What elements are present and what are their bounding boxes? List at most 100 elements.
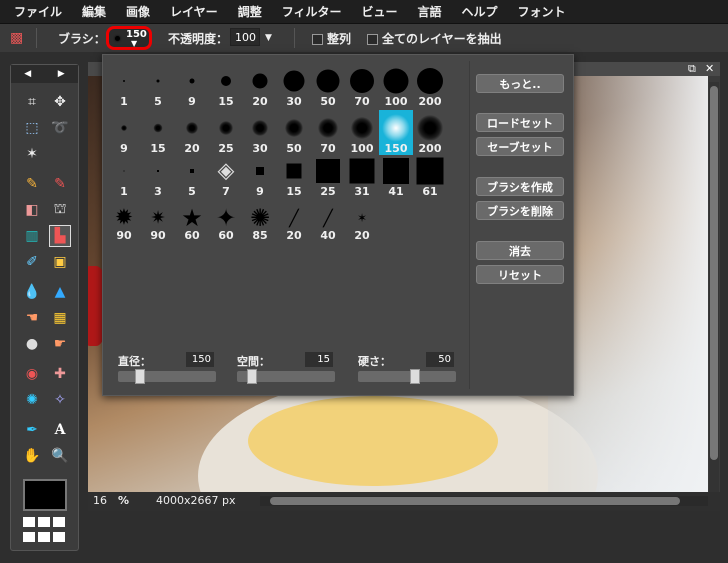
smudge-tool-icon[interactable]: ☚ bbox=[21, 307, 43, 329]
brush-preset[interactable]: 30 bbox=[277, 63, 311, 108]
arrow-right-icon[interactable]: ▶ bbox=[58, 69, 65, 79]
drawing-tool-icon[interactable]: ▣ bbox=[49, 251, 71, 273]
brush-preset[interactable]: 9 bbox=[175, 63, 209, 108]
color-swatch[interactable] bbox=[23, 479, 67, 511]
brush-preset[interactable]: 20 bbox=[243, 63, 277, 108]
brush-preset[interactable]: ✹ 90 bbox=[107, 200, 141, 245]
brush-preset[interactable]: ✷ 90 bbox=[141, 200, 175, 245]
menu-item[interactable]: ファイル bbox=[14, 3, 62, 20]
brush-preset[interactable]: 9 bbox=[107, 110, 141, 155]
brush-preset[interactable]: ◈ 7 bbox=[209, 153, 243, 199]
lasso-tool-icon[interactable]: ➰ bbox=[49, 117, 71, 139]
brush-preset[interactable]: 9 bbox=[243, 153, 277, 198]
brush-preset[interactable]: 5 bbox=[175, 153, 209, 198]
more-brushes-button[interactable]: もっと.. bbox=[476, 74, 564, 93]
align-checkbox[interactable]: 整列 bbox=[312, 30, 351, 47]
menu-item[interactable]: ビュー bbox=[361, 3, 397, 20]
sample-all-layers-checkbox[interactable]: 全てのレイヤーを抽出 bbox=[367, 30, 502, 47]
vertical-scrollbar[interactable] bbox=[709, 82, 719, 492]
clear-button[interactable]: 消去 bbox=[476, 241, 564, 260]
zoom-value[interactable]: 16 bbox=[93, 494, 107, 507]
pinch-tool-icon[interactable]: ✧ bbox=[49, 389, 71, 411]
blur-tool-icon[interactable]: 💧 bbox=[21, 281, 43, 303]
paint-bucket-tool-icon[interactable]: ⛫ bbox=[49, 199, 71, 221]
create-brush-button[interactable]: ブラシを作成 bbox=[476, 177, 564, 196]
sponge-tool-icon[interactable]: ▦ bbox=[49, 307, 71, 329]
move-tool-icon[interactable]: ✥ bbox=[49, 91, 71, 113]
brush-preset[interactable]: 5 bbox=[141, 63, 175, 108]
brush-preset[interactable]: 41 bbox=[379, 153, 413, 198]
hand-tool-icon[interactable]: ✋ bbox=[21, 445, 43, 467]
brush-preset[interactable]: 25 bbox=[311, 153, 345, 198]
brush-preset[interactable]: ✦ 60 bbox=[209, 200, 243, 245]
spacing-slider[interactable] bbox=[237, 369, 335, 384]
brush-preset[interactable]: 50 bbox=[311, 63, 345, 108]
brush-tool-icon[interactable]: ✎ bbox=[49, 173, 71, 195]
save-set-button[interactable]: セーブセット bbox=[476, 137, 564, 156]
load-set-button[interactable]: ロードセット bbox=[476, 113, 564, 132]
dodge-tool-icon[interactable]: ● bbox=[21, 333, 43, 355]
color-replace-tool-icon[interactable]: ✐ bbox=[21, 251, 43, 273]
brush-preset[interactable]: 50 bbox=[277, 110, 311, 155]
brush-preset[interactable]: 100 bbox=[379, 63, 413, 108]
magic-wand-tool-icon[interactable]: ✶ bbox=[21, 143, 43, 165]
scroll-thumb[interactable] bbox=[710, 86, 718, 460]
arrow-left-icon[interactable]: ◀ bbox=[24, 69, 31, 79]
diameter-value[interactable]: 150 bbox=[186, 352, 214, 367]
restore-window-icon[interactable]: ⧉ bbox=[688, 62, 696, 76]
brush-preset[interactable]: 150 bbox=[379, 110, 413, 155]
bloat-tool-icon[interactable]: ✺ bbox=[21, 389, 43, 411]
menu-item[interactable]: 言語 bbox=[417, 3, 441, 20]
brush-preset[interactable]: 15 bbox=[141, 110, 175, 155]
reset-button[interactable]: リセット bbox=[476, 265, 564, 284]
brush-preset[interactable]: 100 bbox=[345, 110, 379, 155]
gradient-tool-icon[interactable]: ▥ bbox=[21, 225, 43, 247]
hardness-slider[interactable] bbox=[358, 369, 456, 384]
eraser-tool-icon[interactable]: ◧ bbox=[21, 199, 43, 221]
brush-preset[interactable]: 200 bbox=[413, 110, 447, 155]
menu-item[interactable]: 画像 bbox=[126, 3, 150, 20]
opacity-dropdown-icon[interactable]: ▼ bbox=[265, 33, 272, 43]
spacing-value[interactable]: 15 bbox=[305, 352, 333, 367]
opacity-input[interactable]: 100 bbox=[230, 28, 260, 46]
menu-item[interactable]: レイヤー bbox=[170, 3, 218, 20]
zoom-tool-icon[interactable]: 🔍 bbox=[49, 445, 71, 467]
sharpen-tool-icon[interactable]: ▲ bbox=[49, 281, 71, 303]
diameter-slider[interactable] bbox=[118, 369, 216, 384]
brush-preset[interactable]: 15 bbox=[209, 63, 243, 108]
hardness-value[interactable]: 50 bbox=[426, 352, 454, 367]
horizontal-scrollbar[interactable] bbox=[260, 496, 708, 506]
type-tool-icon[interactable]: A bbox=[49, 419, 71, 441]
menu-item[interactable]: フィルター bbox=[282, 3, 342, 20]
brush-preset[interactable]: 31 bbox=[345, 153, 379, 198]
brush-preset[interactable]: ✺ 85 bbox=[243, 200, 277, 245]
menu-item[interactable]: ヘルプ bbox=[462, 3, 498, 20]
brush-preset[interactable]: 15 bbox=[277, 153, 311, 198]
pencil-tool-icon[interactable]: ✎ bbox=[21, 173, 43, 195]
color-picker-tool-icon[interactable]: ✒ bbox=[21, 419, 43, 441]
menu-item[interactable]: フォント bbox=[518, 3, 566, 20]
burn-tool-icon[interactable]: ☛ bbox=[49, 333, 71, 355]
marquee-tool-icon[interactable]: ⬚ bbox=[21, 117, 43, 139]
brush-preset[interactable]: 200 bbox=[413, 63, 447, 108]
brush-preset[interactable]: 25 bbox=[209, 110, 243, 155]
delete-brush-button[interactable]: ブラシを削除 bbox=[476, 201, 564, 220]
brush-preset[interactable]: 61 bbox=[413, 153, 447, 198]
brush-preset[interactable]: 70 bbox=[311, 110, 345, 155]
brush-preset[interactable]: ╱ 20 bbox=[277, 200, 311, 245]
brush-preset[interactable]: ✶ 20 bbox=[345, 200, 379, 245]
menu-item[interactable]: 調整 bbox=[238, 3, 262, 20]
brush-picker-button[interactable]: 150 ▼ bbox=[106, 26, 152, 50]
brush-preset[interactable]: 30 bbox=[243, 110, 277, 155]
spot-heal-tool-icon[interactable]: ✚ bbox=[49, 363, 71, 385]
clone-stamp-tool-icon[interactable]: ▙ bbox=[49, 225, 71, 247]
crop-tool-icon[interactable]: ⌗ bbox=[21, 91, 43, 113]
brush-preset[interactable]: 1 bbox=[107, 63, 141, 108]
scroll-thumb[interactable] bbox=[270, 497, 680, 505]
slider-handle[interactable] bbox=[135, 369, 145, 384]
brush-preset[interactable]: 3 bbox=[141, 153, 175, 198]
slider-handle[interactable] bbox=[247, 369, 257, 384]
menu-item[interactable]: 編集 bbox=[82, 3, 106, 20]
brush-preset[interactable]: 1 bbox=[107, 153, 141, 198]
brush-preset[interactable]: 20 bbox=[175, 110, 209, 155]
